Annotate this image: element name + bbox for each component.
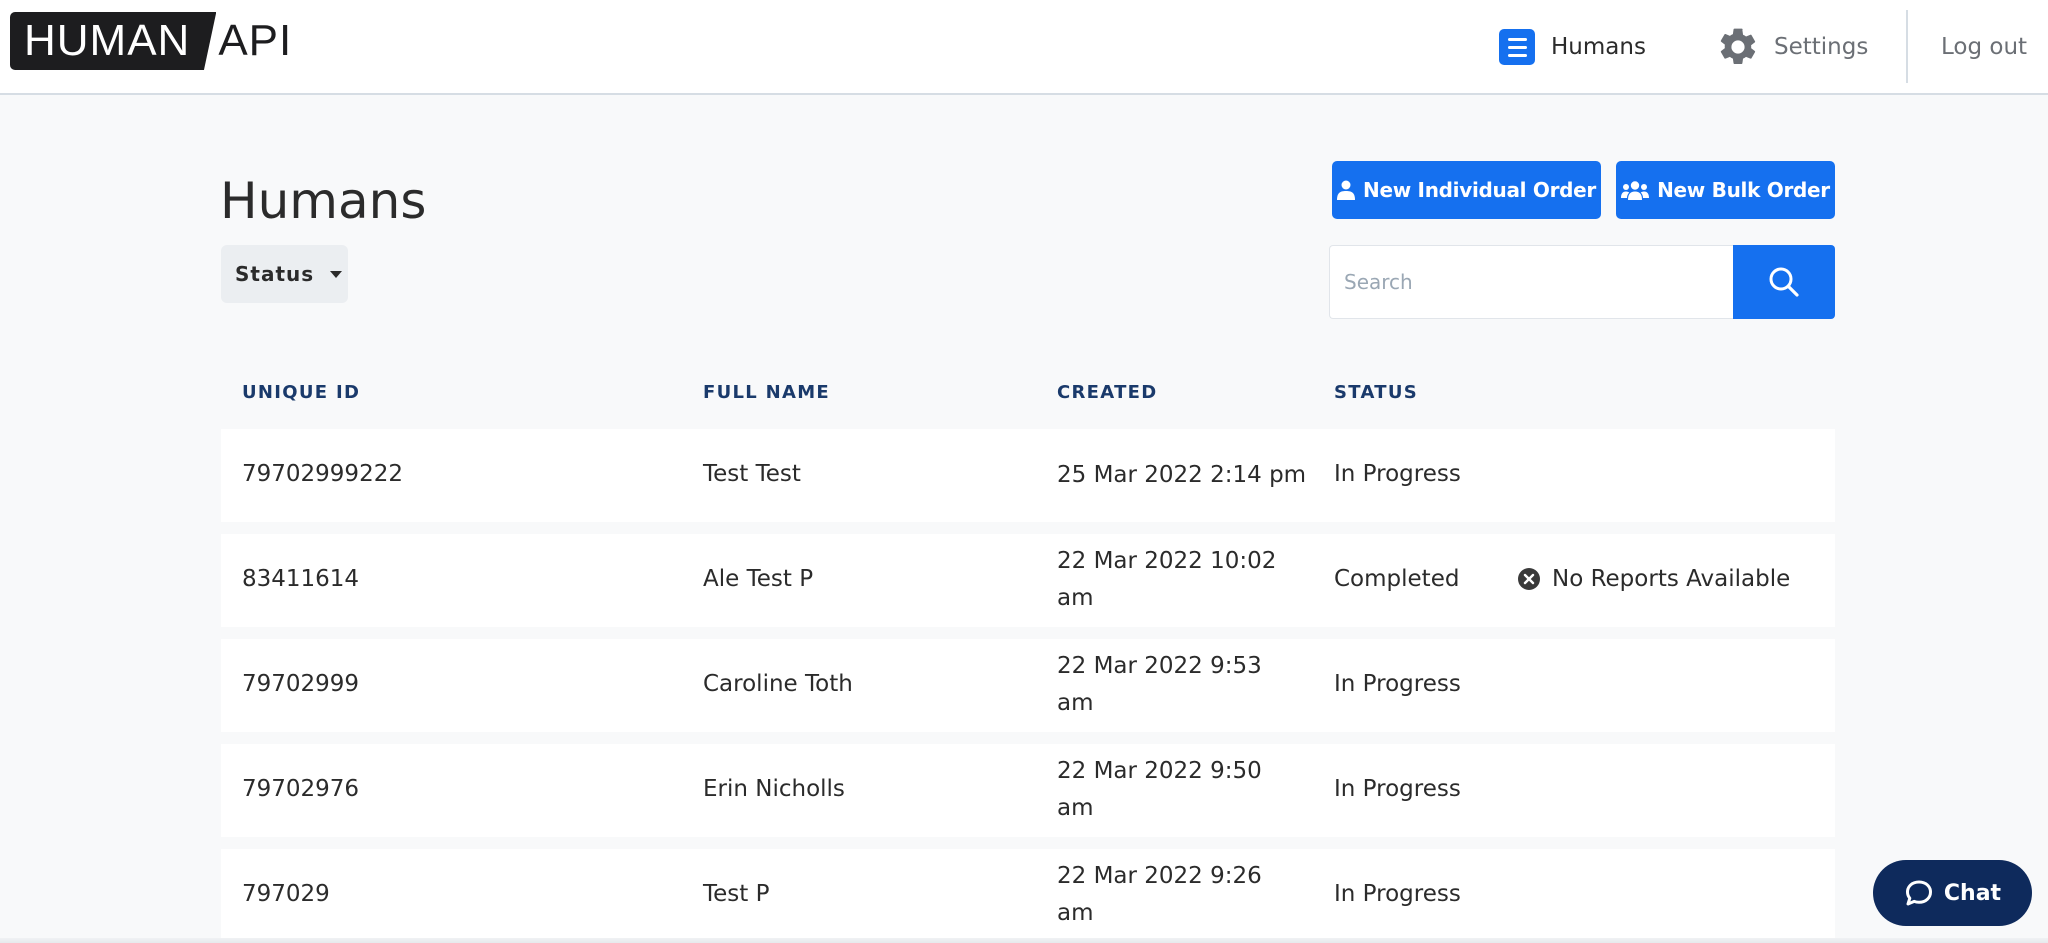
search-button[interactable] [1733, 245, 1835, 319]
new-bulk-order-button[interactable]: New Bulk Order [1616, 161, 1835, 219]
chat-bubble-icon [1905, 880, 1932, 906]
logo-human-text: HUMAN [10, 12, 217, 70]
cell-full-name: Caroline Toth [703, 671, 853, 697]
caret-down-icon [330, 270, 343, 278]
cell-full-name: Ale Test P [703, 566, 814, 592]
cell-created: 22 Mar 2022 10:02 am [1057, 548, 1277, 611]
search-icon [1769, 267, 1799, 297]
cell-full-name: Erin Nicholls [703, 776, 845, 802]
table-row[interactable]: 79702999 Caroline Toth 22 Mar 2022 9:53 … [221, 639, 1835, 732]
search-bar [1329, 245, 1835, 319]
cell-status: In Progress [1334, 881, 1461, 907]
table-header: UNIQUE ID FULL NAME CREATED STATUS [221, 378, 1835, 412]
new-individual-order-label: New Individual Order [1363, 178, 1596, 202]
table-row[interactable]: 83411614 Ale Test P 22 Mar 2022 10:02 am… [221, 534, 1835, 627]
table-row[interactable]: 79702999222 Test Test 25 Mar 2022 2:14 p… [221, 429, 1835, 522]
cell-unique-id: 79702976 [242, 776, 360, 802]
page-title: Humans [220, 172, 427, 230]
chat-button[interactable]: Chat [1873, 860, 2032, 926]
cell-status: Completed [1334, 566, 1460, 592]
column-header-created[interactable]: CREATED [1057, 382, 1158, 403]
user-icon [1337, 180, 1356, 200]
table-row[interactable]: 797029 Test P 22 Mar 2022 9:26 am In Pro… [221, 849, 1835, 942]
column-header-unique-id[interactable]: UNIQUE ID [242, 382, 360, 403]
no-reports-label: No Reports Available [1552, 566, 1791, 592]
cell-unique-id: 83411614 [242, 566, 360, 592]
chat-label: Chat [1943, 880, 2002, 906]
column-header-status[interactable]: STATUS [1334, 382, 1418, 403]
cell-created: 22 Mar 2022 9:53 am [1057, 653, 1262, 716]
cell-unique-id: 79702999 [242, 671, 360, 697]
cell-status: In Progress [1334, 776, 1461, 802]
column-header-full-name[interactable]: FULL NAME [703, 382, 830, 403]
logo-api-text: API [218, 16, 293, 65]
status-filter-label: Status [235, 262, 315, 286]
list-icon [1499, 29, 1535, 65]
users-icon [1621, 181, 1650, 200]
cell-status: In Progress [1334, 671, 1461, 697]
cell-status: In Progress [1334, 461, 1461, 487]
human-api-logo[interactable]: HUMAN API [10, 12, 292, 70]
no-reports-indicator: No Reports Available [1518, 566, 1790, 592]
cell-created: 22 Mar 2022 9:50 am [1057, 758, 1262, 821]
cell-unique-id: 797029 [242, 881, 330, 907]
nav-settings-label: Settings [1774, 34, 1869, 60]
table-row[interactable]: 79702976 Erin Nicholls 22 Mar 2022 9:50 … [221, 744, 1835, 837]
nav-settings-link[interactable]: Settings [1716, 25, 1868, 69]
cell-created: 22 Mar 2022 9:26 am [1057, 863, 1262, 926]
cell-full-name: Test Test [703, 461, 801, 487]
top-navbar: HUMAN API Humans Settings Log out [0, 0, 2048, 95]
x-circle-icon [1518, 568, 1540, 590]
new-individual-order-button[interactable]: New Individual Order [1332, 161, 1601, 219]
status-filter-dropdown[interactable]: Status [221, 245, 348, 303]
gear-icon [1720, 28, 1756, 65]
page-bottom-edge [0, 938, 2048, 943]
cell-created: 25 Mar 2022 2:14 pm [1057, 462, 1307, 488]
nav-humans-label: Humans [1551, 34, 1646, 60]
nav-humans-link[interactable]: Humans [1499, 29, 1646, 65]
nav-divider [1906, 10, 1908, 83]
cell-unique-id: 79702999222 [242, 461, 403, 487]
logout-link[interactable]: Log out [1941, 29, 2027, 65]
cell-full-name: Test P [703, 881, 770, 907]
new-bulk-order-label: New Bulk Order [1657, 178, 1830, 202]
search-input[interactable] [1329, 245, 1733, 319]
